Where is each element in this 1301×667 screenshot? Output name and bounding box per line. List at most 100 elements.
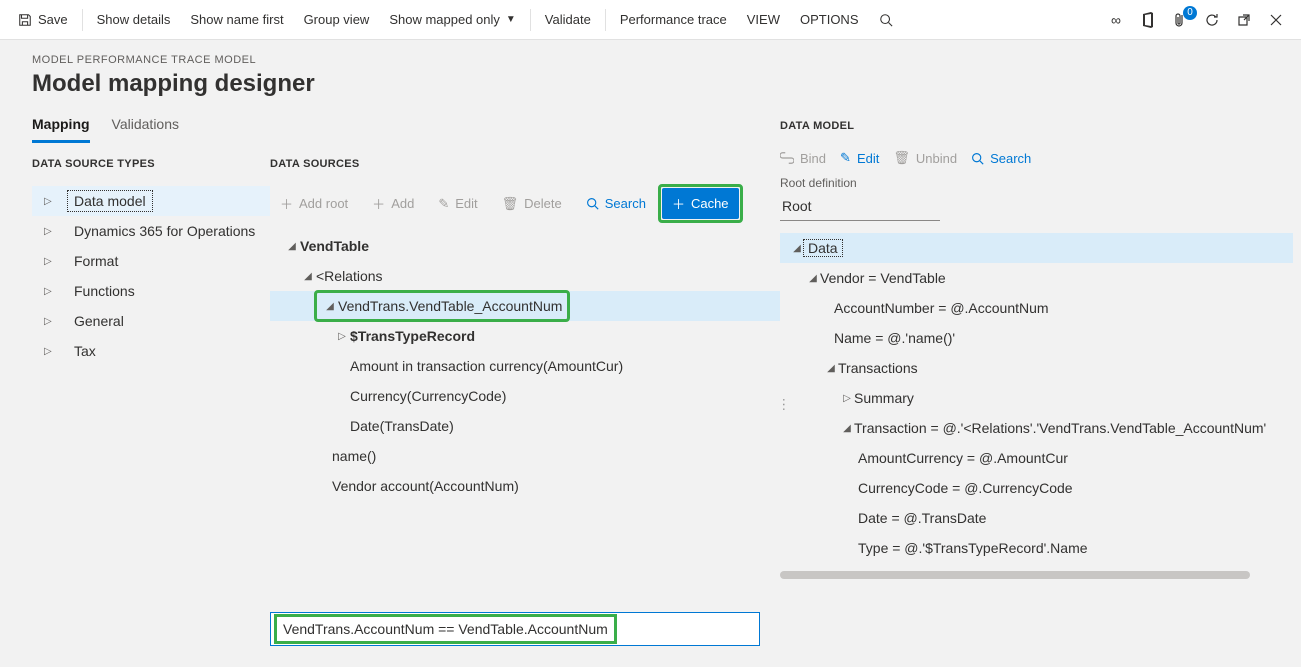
- add-root-button[interactable]: ＋ Add root: [270, 188, 358, 219]
- ds-name[interactable]: name(): [270, 441, 780, 471]
- performance-trace-button[interactable]: Performance trace: [610, 0, 737, 39]
- tab-mapping[interactable]: Mapping: [32, 116, 90, 143]
- edit-button[interactable]: ✎Edit: [428, 190, 487, 218]
- unbind-button[interactable]: 🗑Unbind: [893, 150, 957, 166]
- dm-label: Summary: [854, 390, 914, 406]
- horizontal-scrollbar[interactable]: [780, 571, 1250, 579]
- type-general[interactable]: ▷General: [32, 306, 270, 336]
- type-d365[interactable]: ▷ Dynamics 365 for Operations: [32, 216, 270, 246]
- ds-currency[interactable]: Currency(CurrencyCode): [270, 381, 780, 411]
- show-mapped-only-button[interactable]: Show mapped only ▼: [379, 0, 525, 39]
- dm-label: AmountCurrency = @.AmountCur: [858, 450, 1068, 466]
- validate-button[interactable]: Validate: [535, 0, 601, 39]
- splitter-handle[interactable]: ⋯: [776, 398, 793, 410]
- type-label: Functions: [68, 281, 141, 301]
- search-dm-button[interactable]: Search: [971, 151, 1031, 166]
- bind-label: Bind: [800, 151, 826, 166]
- options-button[interactable]: OPTIONS: [790, 0, 869, 39]
- office-icon[interactable]: [1139, 11, 1157, 29]
- search-toolbar-button[interactable]: [869, 0, 903, 39]
- close-icon[interactable]: [1267, 11, 1285, 29]
- breadcrumb: MODEL PERFORMANCE TRACE MODEL: [32, 54, 1269, 66]
- type-label: Dynamics 365 for Operations: [68, 221, 261, 241]
- dm-data[interactable]: ◢Data: [780, 233, 1293, 263]
- ds-label: $TransTypeRecord: [350, 328, 475, 344]
- expression-box[interactable]: VendTrans.AccountNum == VendTable.Accoun…: [270, 612, 760, 646]
- edit-label: Edit: [455, 196, 477, 211]
- type-label: General: [68, 311, 130, 331]
- plus-icon: ＋: [280, 194, 293, 213]
- ds-vendtable[interactable]: ◢VendTable: [270, 231, 780, 261]
- refresh-icon[interactable]: [1203, 11, 1221, 29]
- group-view-button[interactable]: Group view: [294, 0, 380, 39]
- trash-icon: 🗑: [502, 196, 519, 212]
- type-label: Tax: [68, 341, 102, 361]
- caret-down-icon: ◢: [284, 241, 300, 252]
- search-dm-label: Search: [990, 151, 1031, 166]
- popout-icon[interactable]: [1235, 11, 1253, 29]
- edit-dm-button[interactable]: ✎Edit: [840, 150, 879, 166]
- dm-summary[interactable]: ▷Summary: [780, 383, 1293, 413]
- type-format[interactable]: ▷Format: [32, 246, 270, 276]
- data-sources-toolbar: ＋ Add root ＋Add ✎Edit 🗑Delete Search ＋Cac…: [270, 186, 780, 221]
- save-button[interactable]: Save: [8, 0, 78, 39]
- search-button[interactable]: Search: [576, 190, 656, 217]
- dm-label: AccountNumber = @.AccountNum: [834, 300, 1049, 316]
- dm-label: Vendor = VendTable: [820, 270, 946, 286]
- type-data-model[interactable]: ▷Data model: [32, 186, 270, 216]
- dm-name[interactable]: Name = @.'name()': [780, 323, 1293, 353]
- expression-text: VendTrans.AccountNum == VendTable.Accoun…: [277, 617, 614, 641]
- separator: [530, 9, 531, 31]
- view-button[interactable]: VIEW: [737, 0, 790, 39]
- add-button[interactable]: ＋Add: [362, 188, 424, 219]
- dm-account[interactable]: AccountNumber = @.AccountNum: [780, 293, 1293, 323]
- dm-label: Name = @.'name()': [834, 330, 955, 346]
- dm-transactions[interactable]: ◢Transactions: [780, 353, 1293, 383]
- ds-label: Vendor account(AccountNum): [332, 478, 519, 494]
- ds-vendtrans[interactable]: ◢ VendTrans.VendTable_AccountNum: [270, 291, 780, 321]
- show-name-first-button[interactable]: Show name first: [180, 0, 293, 39]
- delete-button[interactable]: 🗑Delete: [492, 190, 572, 218]
- edit-dm-label: Edit: [857, 151, 879, 166]
- root-def-value[interactable]: Root: [780, 194, 940, 221]
- ds-transrecord[interactable]: ▷$TransTypeRecord: [270, 321, 780, 351]
- ds-vendor-account[interactable]: Vendor account(AccountNum): [270, 471, 780, 501]
- ds-relations[interactable]: ◢<Relations: [270, 261, 780, 291]
- dm-date[interactable]: Date = @.TransDate: [780, 503, 1293, 533]
- link-icon: [780, 152, 794, 164]
- cache-button[interactable]: ＋Cache: [662, 188, 739, 219]
- dm-label: Type = @.'$TransTypeRecord'.Name: [858, 540, 1088, 556]
- attach-icon[interactable]: 0: [1171, 11, 1189, 29]
- dm-type[interactable]: Type = @.'$TransTypeRecord'.Name: [780, 533, 1293, 563]
- data-model-panel: DATA MODEL Bind ✎Edit 🗑Unbind Search Roo…: [780, 120, 1293, 579]
- dm-transaction[interactable]: ◢Transaction = @.'<Relations'.'VendTrans…: [780, 413, 1293, 443]
- dm-amount-currency[interactable]: AmountCurrency = @.AmountCur: [780, 443, 1293, 473]
- ds-amount[interactable]: Amount in transaction currency(AmountCur…: [270, 351, 780, 381]
- dm-label: Date = @.TransDate: [858, 510, 986, 526]
- show-mapped-only-label: Show mapped only: [389, 12, 500, 27]
- data-source-types-panel: DATA SOURCE TYPES ▷Data model ▷Dynamics …: [32, 158, 270, 579]
- type-functions[interactable]: ▷Functions: [32, 276, 270, 306]
- chevron-right-icon: ▷: [44, 226, 58, 237]
- type-tax[interactable]: ▷Tax: [32, 336, 270, 366]
- bind-button[interactable]: Bind: [780, 151, 826, 166]
- data-source-types-tree: ▷Data model ▷ Dynamics 365 for Operations…: [32, 186, 270, 366]
- trash-icon: 🗑: [893, 150, 910, 166]
- dm-currency-code[interactable]: CurrencyCode = @.CurrencyCode: [780, 473, 1293, 503]
- dm-vendor[interactable]: ◢Vendor = VendTable: [780, 263, 1293, 293]
- root-def-label: Root definition: [780, 176, 1293, 190]
- save-icon: [18, 13, 32, 27]
- show-details-button[interactable]: Show details: [87, 0, 181, 39]
- tab-validations[interactable]: Validations: [112, 116, 179, 143]
- search-icon: [879, 13, 893, 27]
- ds-date[interactable]: Date(TransDate): [270, 411, 780, 441]
- caret-down-icon: ◢: [824, 363, 838, 374]
- caret-down-icon: ◢: [322, 301, 338, 312]
- connect-icon[interactable]: ∞: [1107, 11, 1125, 29]
- ds-label: Amount in transaction currency(AmountCur…: [350, 358, 623, 374]
- attach-badge: 0: [1183, 6, 1197, 20]
- plus-icon: ＋: [372, 194, 385, 213]
- add-root-label: Add root: [299, 196, 348, 211]
- main-layout: DATA SOURCE TYPES ▷Data model ▷Dynamics …: [0, 144, 1301, 579]
- ds-label: VendTrans.VendTable_AccountNum: [338, 298, 562, 314]
